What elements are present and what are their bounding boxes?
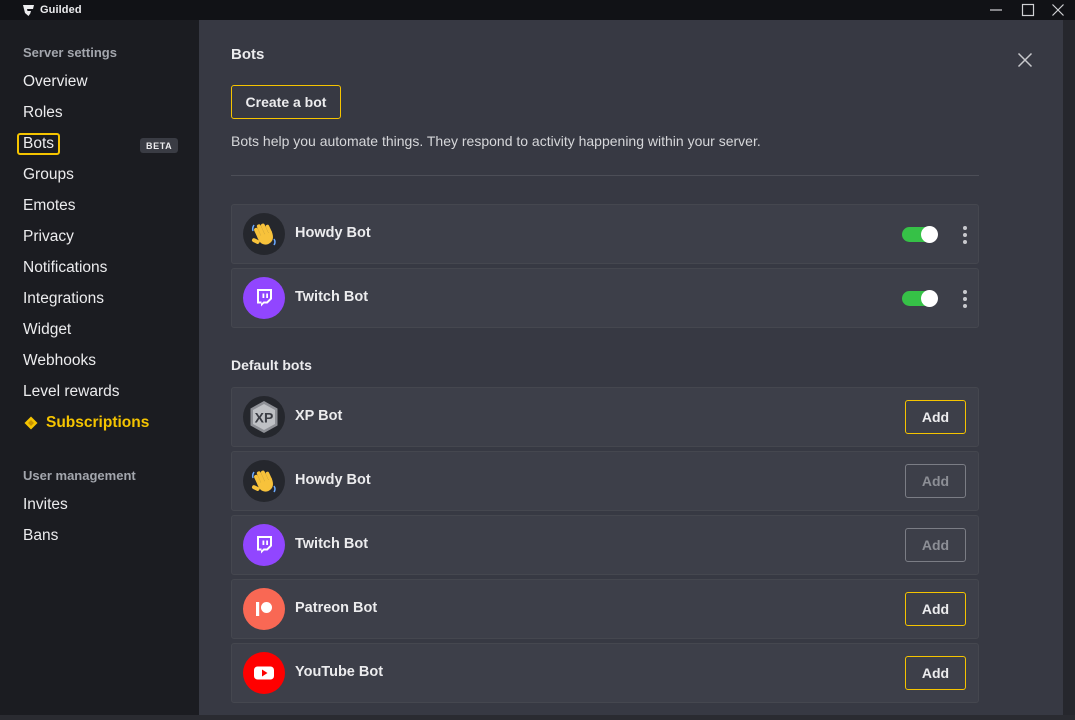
scrollbar[interactable] <box>1063 20 1075 715</box>
sidebar-item-label: Invites <box>23 496 68 513</box>
minimize-button[interactable] <box>981 0 1011 20</box>
svg-text:XP: XP <box>255 410 274 426</box>
close-icon <box>1017 52 1033 68</box>
sidebar-item-label: Roles <box>23 104 63 121</box>
bots-description: Bots help you automate things. They resp… <box>231 133 761 149</box>
add-bot-button[interactable]: Add <box>905 592 966 626</box>
more-dots-icon <box>963 290 967 294</box>
patreon-icon <box>256 602 272 616</box>
bot-name: XP Bot <box>295 408 343 424</box>
default-bot-row: Patreon Bot Add <box>231 579 979 639</box>
sidebar-item-bots[interactable]: Bots <box>17 133 61 155</box>
sidebar-item-roles[interactable]: Roles <box>23 102 63 124</box>
minimize-icon <box>990 9 1002 11</box>
bot-name: Twitch Bot <box>295 536 369 552</box>
bot-avatar <box>243 277 285 319</box>
sidebar-item-notifications[interactable]: Notifications <box>23 257 107 279</box>
bot-avatar <box>243 460 285 502</box>
sidebar-item-label: Overview <box>23 73 88 90</box>
twitch-icon <box>257 536 272 554</box>
installed-bot-row: Howdy Bot <box>231 204 979 264</box>
sidebar-item-label: Privacy <box>23 228 74 245</box>
bot-options-button[interactable] <box>957 223 973 247</box>
default-bot-row: YouTube Bot Add <box>231 643 979 703</box>
more-dots-icon <box>963 297 967 301</box>
waving-hand-icon <box>251 470 276 493</box>
maximize-button[interactable] <box>1013 0 1043 20</box>
sidebar-item-label: Integrations <box>23 290 104 307</box>
sidebar-item-bans[interactable]: Bans <box>23 525 58 547</box>
bot-name: Howdy Bot <box>295 472 371 488</box>
close-settings-button[interactable] <box>1014 49 1036 71</box>
youtube-icon <box>254 666 274 680</box>
toggle-knob <box>921 289 938 307</box>
bot-enable-toggle[interactable] <box>902 225 938 243</box>
guilded-logo-icon <box>23 4 34 16</box>
twitch-icon <box>257 289 272 307</box>
waving-hand-icon <box>251 223 276 246</box>
sidebar-item-level-rewards[interactable]: Level rewards <box>23 381 120 403</box>
sidebar-item-label: Subscriptions <box>46 414 150 431</box>
bot-options-button[interactable] <box>957 287 973 311</box>
beta-badge: BETA <box>140 138 179 153</box>
xp-icon: XP <box>250 401 278 433</box>
bot-avatar <box>243 588 285 630</box>
app-brand: Guilded <box>22 2 82 18</box>
divider <box>231 175 979 176</box>
add-bot-button[interactable]: Add <box>905 528 966 562</box>
page-title: Bots <box>231 46 265 63</box>
maximize-icon <box>1021 3 1035 17</box>
more-dots-icon <box>963 226 967 230</box>
default-bot-row: XP XP Bot Add <box>231 387 979 447</box>
bots-settings-panel: Bots Create a bot Bots help you automate… <box>199 20 1063 715</box>
server-settings-heading: Server settings <box>23 45 117 60</box>
sidebar-item-privacy[interactable]: Privacy <box>23 226 74 248</box>
bot-avatar <box>243 652 285 694</box>
sidebar-item-label: Webhooks <box>23 352 96 369</box>
window-close-icon <box>1052 4 1064 16</box>
sidebar-item-widget[interactable]: Widget <box>23 319 71 341</box>
sidebar-item-groups[interactable]: Groups <box>23 164 74 186</box>
app-name: Guilded <box>40 4 82 16</box>
default-bot-row: Howdy Bot Add <box>231 451 979 511</box>
add-bot-button[interactable]: Add <box>905 656 966 690</box>
sidebar-item-invites[interactable]: Invites <box>23 494 68 516</box>
more-dots-icon <box>963 304 967 308</box>
add-bot-button[interactable]: Add <box>905 464 966 498</box>
sidebar-item-label: Groups <box>23 166 74 183</box>
more-dots-icon <box>963 240 967 244</box>
bot-avatar: XP <box>243 396 285 438</box>
bot-avatar <box>243 524 285 566</box>
sidebar-item-emotes[interactable]: Emotes <box>23 195 76 217</box>
window-titlebar: Guilded <box>0 0 1075 20</box>
bot-name: YouTube Bot <box>295 664 384 680</box>
bot-name: Twitch Bot <box>295 289 369 305</box>
sidebar-item-webhooks[interactable]: Webhooks <box>23 350 96 372</box>
installed-bot-row: Twitch Bot <box>231 268 979 328</box>
bot-enable-toggle[interactable] <box>902 289 938 307</box>
sidebar-item-label: Level rewards <box>23 383 120 400</box>
create-bot-button[interactable]: Create a bot <box>231 85 341 119</box>
sidebar-item-label: Bots <box>17 133 61 155</box>
user-management-heading: User management <box>23 468 136 483</box>
window-close-button[interactable] <box>1043 0 1073 20</box>
toggle-knob <box>921 225 938 243</box>
window-bottom-edge <box>0 715 1075 720</box>
sidebar-item-subscriptions[interactable]: Subscriptions <box>23 412 149 434</box>
default-bot-row: Twitch Bot Add <box>231 515 979 575</box>
sidebar-item-label: Bans <box>23 527 59 544</box>
more-dots-icon <box>963 233 967 237</box>
default-bots-heading: Default bots <box>231 357 312 373</box>
subscription-gem-icon <box>24 416 38 430</box>
bot-name: Patreon Bot <box>295 600 378 616</box>
sidebar-item-integrations[interactable]: Integrations <box>23 288 104 310</box>
sidebar-item-overview[interactable]: Overview <box>23 71 88 93</box>
bot-avatar <box>243 213 285 255</box>
settings-sidebar: Server settings Overview Roles Bots Grou… <box>0 20 199 715</box>
add-bot-button[interactable]: Add <box>905 400 966 434</box>
sidebar-item-label: Widget <box>23 321 72 338</box>
sidebar-item-label: Notifications <box>23 259 108 276</box>
bot-name: Howdy Bot <box>295 225 371 241</box>
sidebar-item-label: Emotes <box>23 197 76 214</box>
